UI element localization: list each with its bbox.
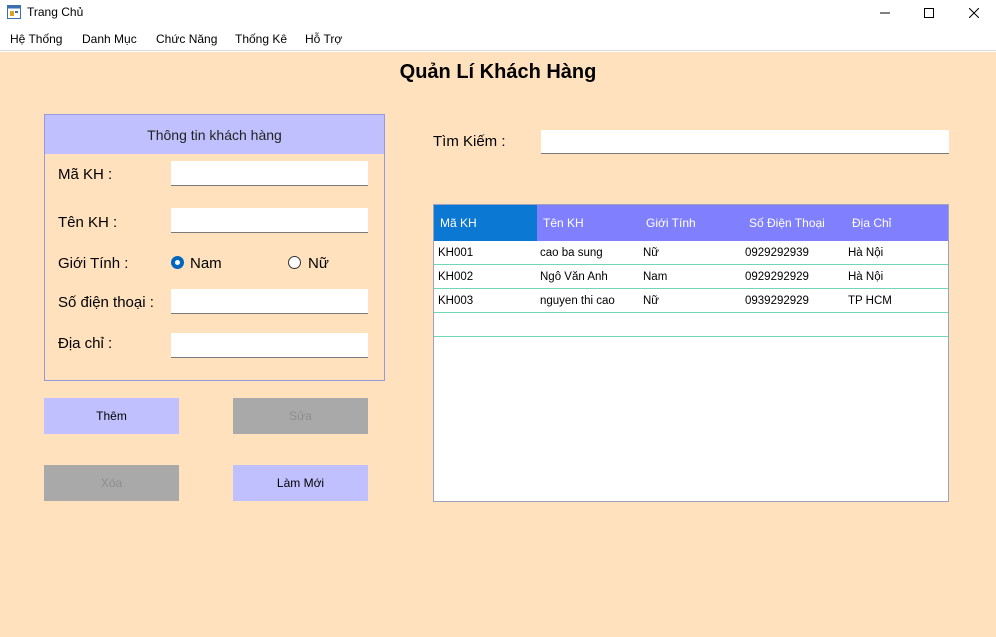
grid-header: Mã KH Tên KH Giới Tính Số Điện Thoại Địa…	[434, 205, 948, 241]
customer-grid[interactable]: Mã KH Tên KH Giới Tính Số Điện Thoại Địa…	[433, 204, 949, 502]
cell-gioi-tinh: Nữ	[643, 295, 660, 307]
ma-kh-label: Mã KH :	[58, 166, 113, 183]
menu-ho-tro[interactable]: Hỗ Trợ	[305, 32, 342, 46]
maximize-icon	[924, 8, 934, 18]
gioi-tinh-label: Giới Tính :	[58, 255, 129, 272]
table-row[interactable]: KH002 Ngô Văn Anh Nam 0929292929 Hà Nội	[434, 265, 948, 289]
search-input[interactable]	[541, 130, 949, 154]
sua-button[interactable]: Sửa	[233, 398, 368, 434]
menu-thong-ke[interactable]: Thống Kê	[235, 32, 287, 46]
client-area: Quản Lí Khách Hàng Thông tin khách hàng …	[0, 52, 996, 637]
cell-dia-chi: Hà Nội	[848, 271, 884, 283]
cell-ten-kh: Ngô Văn Anh	[540, 271, 608, 283]
cell-dia-chi: TP HCM	[848, 295, 892, 307]
cell-so-dien-thoai: 0939292929	[745, 295, 809, 307]
customer-info-group: Thông tin khách hàng Mã KH : Tên KH : Gi…	[44, 114, 385, 381]
cell-gioi-tinh: Nữ	[643, 247, 660, 259]
cell-gioi-tinh: Nam	[643, 271, 668, 283]
column-header-ten-kh[interactable]: Tên KH	[537, 205, 640, 241]
radio-nu[interactable]	[288, 256, 301, 269]
menu-danh-muc[interactable]: Danh Mục	[82, 32, 137, 46]
menu-bar: Hệ Thống Danh Mục Chức Năng Thống Kê Hỗ …	[0, 26, 996, 51]
ma-kh-input[interactable]	[171, 161, 368, 186]
ten-kh-label: Tên KH :	[58, 214, 118, 231]
dia-chi-input[interactable]	[171, 333, 368, 358]
them-button[interactable]: Thêm	[44, 398, 179, 434]
app-form-icon[interactable]	[7, 5, 21, 19]
cell-so-dien-thoai: 0929292939	[745, 247, 809, 259]
close-icon	[969, 8, 979, 18]
table-row[interactable]: KH003 nguyen thi cao Nữ 0939292929 TP HC…	[434, 289, 948, 313]
cell-ma-kh: KH003	[438, 295, 474, 307]
sdt-label: Số điện thoại :	[58, 294, 154, 311]
radio-nam-label[interactable]: Nam	[190, 255, 222, 272]
column-header-gioi-tinh[interactable]: Giới Tính	[640, 205, 743, 241]
title-bar: Trang Chủ	[0, 0, 996, 26]
ten-kh-input[interactable]	[171, 208, 368, 233]
radio-nam[interactable]	[171, 256, 184, 269]
cell-ten-kh: nguyen thi cao	[540, 295, 615, 307]
window-title: Trang Chủ	[27, 5, 84, 19]
search-label: Tìm Kiếm :	[433, 133, 506, 150]
cell-ma-kh: KH002	[438, 271, 474, 283]
column-header-so-dien-thoai[interactable]: Số Điện Thoại	[743, 205, 846, 241]
column-header-ma-kh[interactable]: Mã KH	[434, 205, 537, 241]
table-row-new[interactable]	[434, 313, 948, 337]
menu-he-thong[interactable]: Hệ Thống	[10, 32, 62, 46]
cell-so-dien-thoai: 0929292929	[745, 271, 809, 283]
cell-dia-chi: Hà Nội	[848, 247, 884, 259]
sdt-input[interactable]	[171, 289, 368, 314]
close-button[interactable]	[951, 0, 996, 26]
xoa-button[interactable]: Xóa	[44, 465, 179, 501]
page-title: Quản Lí Khách Hàng	[399, 61, 597, 83]
lam-moi-button[interactable]: Làm Mới	[233, 465, 368, 501]
menu-chuc-nang[interactable]: Chức Năng	[156, 32, 217, 46]
minimize-icon	[880, 12, 890, 14]
maximize-button[interactable]	[906, 0, 952, 26]
cell-ten-kh: cao ba sung	[540, 247, 603, 259]
cell-ma-kh: KH001	[438, 247, 474, 259]
minimize-button[interactable]	[862, 0, 908, 26]
table-row[interactable]: KH001 cao ba sung Nữ 0929292939 Hà Nội	[434, 241, 948, 265]
group-header: Thông tin khách hàng	[45, 115, 384, 154]
dia-chi-label: Địa chỉ :	[58, 335, 113, 352]
column-header-dia-chi[interactable]: Địa Chỉ	[846, 205, 948, 241]
radio-nu-label[interactable]: Nữ	[308, 255, 329, 272]
